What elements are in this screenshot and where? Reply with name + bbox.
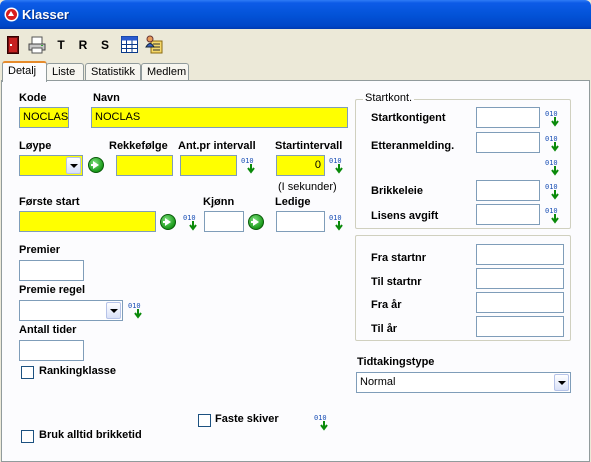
etteranmelding-label: Etteranmelding. <box>371 140 455 152</box>
faste-skiver-checkbox[interactable] <box>198 414 211 427</box>
svg-text:010: 010 <box>545 110 558 118</box>
binary-arrow-icon[interactable]: 010 <box>544 133 563 153</box>
antall-tider-field[interactable] <box>19 340 84 361</box>
til-startnr-field[interactable] <box>476 268 564 289</box>
svg-text:010: 010 <box>329 157 342 165</box>
tab-medlem[interactable]: Medlem <box>141 63 189 81</box>
startkontigent-field[interactable] <box>476 107 540 128</box>
binary-arrow-icon[interactable]: 010 <box>182 212 201 232</box>
chevron-down-icon[interactable] <box>66 157 81 174</box>
bruk-brikketid-checkbox[interactable] <box>21 430 34 443</box>
kjonn-field[interactable] <box>204 211 244 232</box>
fra-ar-label: Fra år <box>371 299 402 311</box>
svg-text:010: 010 <box>128 302 141 310</box>
kjonn-go-icon[interactable] <box>248 214 264 230</box>
til-startnr-label: Til startnr <box>371 276 422 288</box>
app-icon <box>4 7 19 22</box>
tab-detalj[interactable]: Detalj <box>2 61 47 82</box>
svg-text:010: 010 <box>183 214 196 222</box>
til-ar-field[interactable] <box>476 316 564 337</box>
binary-arrow-icon[interactable]: 010 <box>544 108 563 128</box>
svg-text:010: 010 <box>545 135 558 143</box>
binary-arrow-icon[interactable]: 010 <box>544 205 563 225</box>
startintervall-field[interactable]: 0 <box>276 155 325 176</box>
window-title: Klasser <box>22 7 69 22</box>
navn-label: Navn <box>93 92 120 104</box>
loype-label: Løype <box>19 140 52 152</box>
rekkefolge-field[interactable] <box>116 155 173 176</box>
binary-arrow-icon[interactable]: 010 <box>240 155 259 175</box>
printer-icon[interactable] <box>27 35 47 55</box>
antpr-intervall-label: Ant.pr intervall <box>178 140 256 152</box>
kode-label: Kode <box>19 92 47 104</box>
ledige-label: Ledige <box>275 196 311 208</box>
startkont-title: Startkont. <box>363 92 415 104</box>
premier-field[interactable] <box>19 260 84 281</box>
r-button[interactable]: R <box>77 37 89 54</box>
tidtakingstype-label: Tidtakingstype <box>357 356 435 368</box>
startintervall-label: Startintervall <box>275 140 343 152</box>
binary-arrow-icon[interactable]: 010 <box>313 412 332 432</box>
exit-door-icon[interactable] <box>7 36 19 54</box>
ledige-field[interactable] <box>276 211 325 232</box>
startkontigent-label: Startkontigent <box>371 112 446 124</box>
forste-start-field[interactable] <box>19 211 156 232</box>
faste-skiver-label: Faste skiver <box>215 413 279 425</box>
brikkeleie-field[interactable] <box>476 180 540 201</box>
tidtakingstype-select[interactable]: Normal <box>356 372 571 393</box>
loype-select[interactable] <box>19 155 83 176</box>
antpr-intervall-field[interactable] <box>180 155 237 176</box>
brikkeleie-label: Brikkeleie <box>371 185 423 197</box>
navn-field[interactable]: NOCLAS <box>91 107 348 128</box>
title-bar: Klasser <box>0 0 591 29</box>
sekunder-hint: (I sekunder) <box>278 181 337 193</box>
svg-text:010: 010 <box>545 207 558 215</box>
table-grid-icon[interactable] <box>121 36 138 53</box>
rankingklasse-label: Rankingklasse <box>39 365 117 377</box>
til-ar-label: Til år <box>371 323 398 335</box>
premie-regel-select[interactable] <box>19 300 123 321</box>
lisens-avgift-field[interactable] <box>476 204 540 225</box>
fra-startnr-field[interactable] <box>476 244 564 265</box>
binary-arrow-icon[interactable]: 010 <box>544 157 563 177</box>
s-button[interactable]: S <box>99 37 111 54</box>
t-button[interactable]: T <box>55 37 67 54</box>
kode-field[interactable]: NOCLAS <box>19 107 69 128</box>
forste-start-go-icon[interactable] <box>160 214 176 230</box>
fra-startnr-label: Fra startnr <box>371 252 427 264</box>
svg-text:010: 010 <box>314 414 327 422</box>
etteranmelding-field[interactable] <box>476 132 540 153</box>
rankingklasse-checkbox[interactable] <box>21 366 34 379</box>
forste-start-label: Første start <box>19 196 80 208</box>
svg-text:010: 010 <box>545 183 558 191</box>
lisens-avgift-label: Lisens avgift <box>371 210 439 222</box>
toolbar: T R S <box>0 29 591 61</box>
rekkefolge-label: Rekkefølge <box>109 140 168 152</box>
detail-panel: Kode NOCLAS Navn NOCLAS Løype Rekkefølge… <box>1 80 590 462</box>
fra-ar-field[interactable] <box>476 292 564 313</box>
antall-tider-label: Antall tider <box>19 324 77 336</box>
user-list-icon[interactable] <box>145 35 163 54</box>
tidtakingstype-value: Normal <box>360 376 396 388</box>
binary-arrow-icon[interactable]: 010 <box>328 212 347 232</box>
premier-label: Premier <box>19 244 60 256</box>
svg-text:010: 010 <box>329 214 342 222</box>
bruk-brikketid-label: Bruk alltid brikketid <box>39 429 142 441</box>
binary-arrow-icon[interactable]: 010 <box>544 181 563 201</box>
chevron-down-icon[interactable] <box>554 374 569 391</box>
tab-liste[interactable]: Liste <box>46 63 84 81</box>
svg-text:010: 010 <box>545 159 558 167</box>
chevron-down-icon[interactable] <box>106 302 121 319</box>
svg-text:010: 010 <box>241 157 254 165</box>
tab-statistikk[interactable]: Statistikk <box>85 63 141 81</box>
premie-regel-label: Premie regel <box>19 284 86 296</box>
binary-arrow-icon[interactable]: 010 <box>127 300 146 320</box>
kjonn-label: Kjønn <box>203 196 235 208</box>
binary-arrow-icon[interactable]: 010 <box>328 155 347 175</box>
loype-go-icon[interactable] <box>88 157 104 173</box>
